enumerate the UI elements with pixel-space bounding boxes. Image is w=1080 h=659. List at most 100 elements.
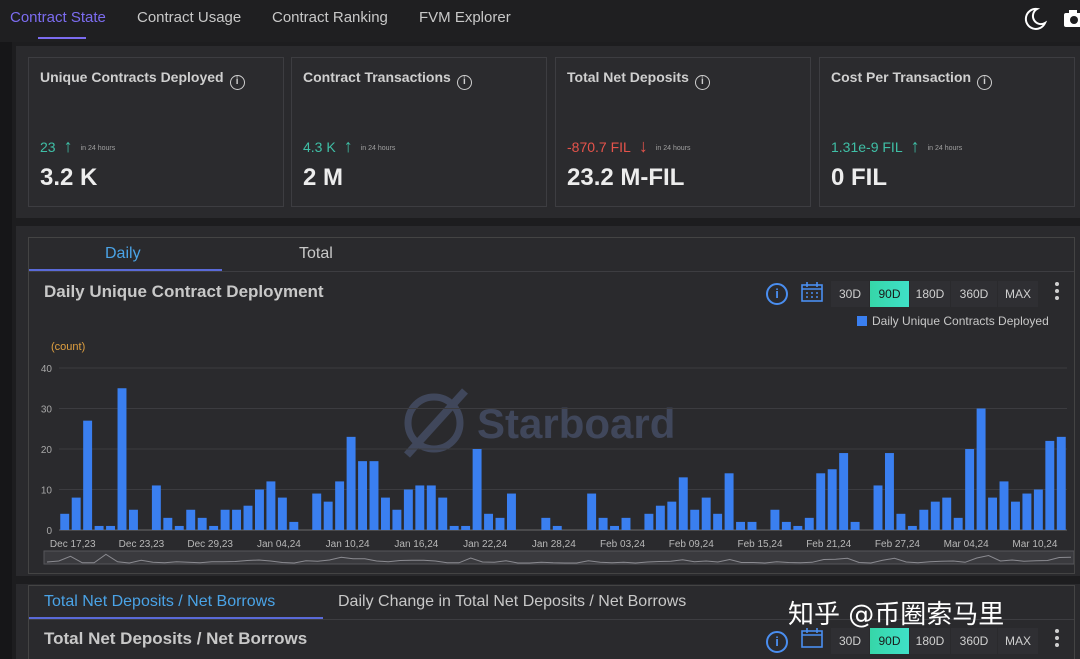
top-nav: Contract State Contract Usage Contract R… [0,0,1080,42]
bar [793,525,803,530]
chart-title: Daily Unique Contract Deployment [44,282,324,301]
info-icon[interactable]: i [766,283,788,305]
info-icon[interactable]: i [766,631,788,653]
bar [232,509,242,530]
range-max-button[interactable]: MAX [998,281,1038,307]
x-tick-label: Jan 16,24 [394,539,438,550]
bar [587,493,597,530]
bottom-chart-title: Total Net Deposits / Net Borrows [44,629,308,648]
card-value: 0 FIL [831,164,888,191]
x-tick-label: Dec 29,23 [187,539,233,550]
x-tick-label: Dec 23,23 [119,539,165,550]
info-icon[interactable]: i [694,75,710,90]
range-30d-button[interactable]: 30D [831,281,869,307]
calendar-icon[interactable] [801,282,823,302]
info-icon[interactable]: i [229,75,245,90]
card-delta: 1.31e-9 FIL [831,139,903,155]
info-icon[interactable]: i [456,75,472,90]
card-period: in 24 hours [927,145,963,152]
zhihu-watermark: 知乎 @币圈索马里 [788,600,1005,630]
card-value: 23.2 M-FIL [567,164,685,191]
range-90d-button[interactable]: 90D [870,281,909,307]
chart-legend[interactable]: Daily Unique Contracts Deployed [857,314,1049,328]
bar [896,513,906,530]
range-360d-button[interactable]: 360D [951,281,997,307]
tab-total[interactable]: Total [299,245,333,263]
tab-daily-change[interactable]: Daily Change in Total Net Deposits / Net… [338,593,686,611]
bar [323,501,333,530]
bar [484,513,494,530]
bar-chart: Starboard 0 10 20 30 40 Dec 17,23 Dec 23,23 Dec … [41,364,1074,565]
y-tick-label: 30 [41,405,53,416]
bar [438,497,448,530]
tab-contract-ranking[interactable]: Contract Ranking [272,9,388,26]
card-cost-per-transaction: Cost Per Transaction i 1.31e-9 FIL ↑ in 24 … [819,57,1075,207]
tab-daily[interactable]: Daily [105,245,141,263]
x-tick-label: Jan 22,24 [463,539,507,550]
info-icon[interactable]: i [977,75,993,90]
bar [598,517,608,530]
x-tick-label: Feb 21,24 [806,539,851,550]
card-period: in 24 hours [360,145,396,152]
bar [1056,436,1066,530]
bottom-range-90d-button[interactable]: 90D [870,628,909,654]
bar [197,517,207,530]
bar [655,505,665,530]
x-tick-label: Jan 10,24 [326,539,370,550]
subtab-divider [29,271,1074,272]
x-tick-label: Feb 03,24 [600,539,645,550]
tab-contract-usage[interactable]: Contract Usage [137,9,241,26]
bar [94,525,104,530]
bar [495,517,505,530]
bar [781,521,791,530]
bar [610,525,620,530]
tab-fvm-explorer[interactable]: FVM Explorer [419,9,511,26]
calendar-icon[interactable] [801,628,823,648]
bar [426,485,436,530]
more-menu-icon[interactable] [1054,281,1060,301]
card-title: Contract Transactions [303,69,451,85]
camera-icon[interactable] [1062,8,1080,30]
bar [403,489,413,530]
bar [999,481,1009,530]
bar [701,497,711,530]
arrow-down-icon: ↓ [638,136,648,156]
bar [289,521,299,530]
card-unique-contracts: Unique Contracts Deployed i 23 ↑ in 24 hour… [28,57,284,207]
bottom-range-30d-button[interactable]: 30D [831,628,869,654]
moon-icon[interactable] [1022,6,1048,32]
bar [976,408,986,530]
card-value: 3.2 K [40,164,98,191]
left-sidebar-edge [0,42,12,659]
bar [71,497,81,530]
bar [1033,489,1043,530]
bar [163,517,173,530]
x-tick-label: Mar 10,24 [1012,539,1057,550]
bar [1010,501,1020,530]
card-title: Unique Contracts Deployed [40,69,224,85]
bottom-range-360d-button[interactable]: 360D [951,628,997,654]
tab-contract-state[interactable]: Contract State [10,9,106,26]
bar [243,505,253,530]
bar [128,509,138,530]
bar [827,469,837,530]
bar [346,436,356,530]
x-tick-label: Feb 09,24 [669,539,714,550]
bar [220,509,230,530]
bar [919,509,929,530]
card-value: 2 M [303,164,344,191]
bar [884,453,894,530]
bar [461,525,471,530]
y-tick-label: 40 [41,364,53,375]
tab-total-net-deposits[interactable]: Total Net Deposits / Net Borrows [44,593,275,611]
card-total-net-deposits: Total Net Deposits i -870.7 FIL ↓ in 24 hou… [555,57,811,207]
bar [839,453,849,530]
more-menu-icon[interactable] [1054,628,1060,648]
card-period: in 24 hours [80,145,116,152]
bottom-range-180d-button[interactable]: 180D [910,628,950,654]
range-180d-button[interactable]: 180D [910,281,950,307]
legend-swatch [857,316,867,326]
bottom-range-max-button[interactable]: MAX [998,628,1038,654]
bar [690,509,700,530]
bar [312,493,322,530]
